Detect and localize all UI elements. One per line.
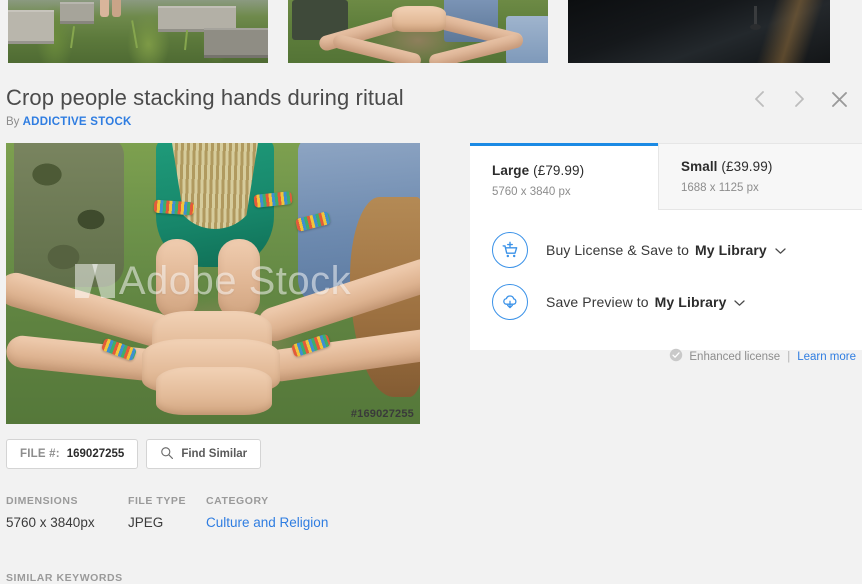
metadata-category: CATEGORY Culture and Religion: [206, 494, 406, 532]
thumbnail-decor: [100, 0, 109, 17]
preview-image[interactable]: Adobe Stock #169027255: [6, 143, 420, 424]
tab-large[interactable]: Large (£79.99) 5760 x 3840 px: [470, 143, 658, 210]
byline: By ADDICTIVE STOCK: [6, 115, 404, 129]
preview-decor: [14, 143, 124, 287]
close-icon: [831, 91, 848, 108]
enhanced-license-label: Enhanced license: [689, 350, 781, 363]
tab-large-price: (£79.99): [533, 163, 585, 178]
save-preview-label-group: Save Preview to My Library: [546, 294, 746, 310]
check-circle-icon: [669, 348, 683, 365]
buy-license-row[interactable]: Buy License & Save to My Library: [492, 224, 862, 276]
thumbnail-strip: [0, 0, 862, 63]
metadata-dimensions-heading: DIMENSIONS: [6, 495, 79, 507]
chevron-right-icon: [793, 90, 806, 108]
cart-add-icon: [492, 232, 528, 268]
tab-small-price: (£39.99): [721, 159, 773, 174]
thumbnail-decor: [204, 28, 268, 58]
thumbnail-decor: [392, 6, 446, 32]
preview-decor: [156, 367, 272, 415]
metadata-file-type-value: JPEG: [128, 515, 164, 530]
file-number-label: FILE #:: [20, 448, 60, 460]
dark-road-thumbnail[interactable]: [568, 0, 830, 63]
preview-decor: [156, 239, 198, 319]
save-preview-target[interactable]: My Library: [655, 294, 727, 310]
thumbnail-decor: [112, 0, 121, 17]
metadata-file-type: FILE TYPE JPEG: [128, 494, 206, 532]
buy-license-label: Buy License & Save to: [546, 242, 689, 258]
thumbnail-decor: [60, 2, 94, 24]
navigation-controls: [746, 86, 852, 112]
thumbnail-decor: [718, 0, 830, 63]
metadata-category-heading: CATEGORY: [206, 495, 269, 507]
previous-button[interactable]: [746, 86, 772, 112]
cloud-download-icon: [492, 284, 528, 320]
preview-decor: [218, 239, 260, 319]
byline-prefix: By: [6, 116, 20, 128]
metadata-row: DIMENSIONS 5760 x 3840px FILE TYPE JPEG …: [6, 494, 406, 532]
garden-plot-thumbnail[interactable]: [8, 0, 268, 63]
thumbnail-decor: [8, 10, 54, 44]
tab-small-dimensions: 1688 x 1125 px: [681, 182, 759, 194]
chevron-down-icon[interactable]: [734, 294, 746, 310]
metadata-dimensions: DIMENSIONS 5760 x 3840px: [6, 494, 128, 532]
save-preview-row[interactable]: Save Preview to My Library: [492, 276, 862, 328]
thumbnail-decor: [750, 6, 761, 30]
tab-large-size-label: Large: [492, 163, 530, 178]
metadata-dimensions-value: 5760 x 3840px: [6, 515, 95, 530]
title-block: Crop people stacking hands during ritual…: [6, 84, 404, 129]
learn-more-link[interactable]: Learn more: [797, 351, 856, 363]
license-panel: Large (£79.99) 5760 x 3840 px Small (£39…: [470, 143, 862, 350]
next-button[interactable]: [786, 86, 812, 112]
tab-large-dimensions: 5760 x 3840 px: [492, 186, 571, 198]
enhanced-license-separator: |: [787, 350, 791, 363]
search-icon: [160, 446, 174, 463]
buy-license-target[interactable]: My Library: [695, 242, 767, 258]
buy-license-label-group: Buy License & Save to My Library: [546, 242, 786, 258]
license-size-tabs: Large (£79.99) 5760 x 3840 px Small (£39…: [470, 143, 862, 210]
chevron-left-icon: [753, 90, 766, 108]
close-button[interactable]: [826, 86, 852, 112]
metadata-file-type-heading: FILE TYPE: [128, 495, 187, 507]
chevron-down-icon[interactable]: [775, 242, 786, 258]
preview-decor: [172, 143, 258, 229]
metadata-category-link[interactable]: Culture and Religion: [206, 514, 406, 532]
tab-small[interactable]: Small (£39.99) 1688 x 1125 px: [658, 143, 862, 210]
file-number-button[interactable]: FILE #: 169027255: [6, 439, 139, 469]
tab-large-title: Large (£79.99): [492, 162, 658, 180]
license-actions: Buy License & Save to My Library Save Pr…: [470, 210, 862, 350]
page-title: Crop people stacking hands during ritual: [6, 85, 404, 110]
save-preview-label: Save Preview to: [546, 294, 649, 310]
tab-small-size-label: Small: [681, 159, 718, 174]
preview-file-number: #169027255: [350, 408, 414, 420]
file-number-value: 169027255: [66, 448, 125, 460]
image-toolbar: FILE #: 169027255 Find Similar: [6, 439, 262, 469]
similar-keywords-heading: SIMILAR KEYWORDS: [6, 572, 123, 584]
stacking-hands-thumbnail[interactable]: [288, 0, 548, 63]
enhanced-license-row: Enhanced license | Learn more: [669, 348, 856, 365]
tab-small-title: Small (£39.99): [681, 158, 862, 176]
find-similar-label: Find Similar: [181, 448, 248, 460]
author-link[interactable]: ADDICTIVE STOCK: [23, 116, 132, 128]
preview-decor: [153, 199, 195, 216]
find-similar-button[interactable]: Find Similar: [146, 439, 262, 469]
